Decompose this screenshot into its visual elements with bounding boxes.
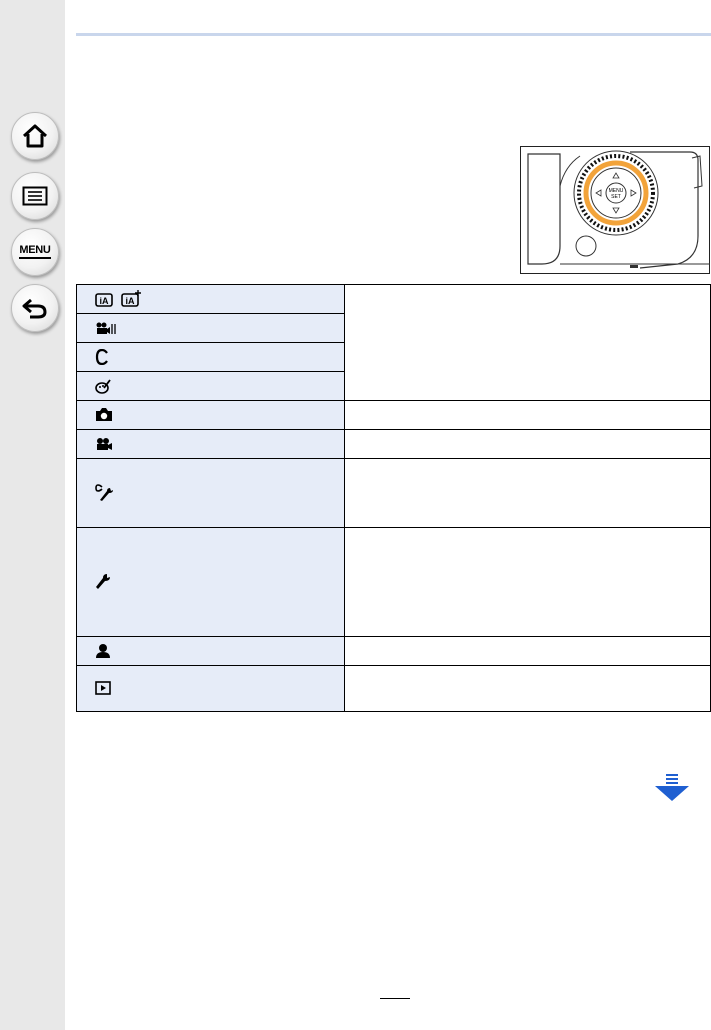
sidebar: MENU [0,0,65,1030]
icon-cell [76,458,345,528]
description-cell [344,284,711,401]
description-cell [344,636,711,666]
description-cell [344,665,711,712]
description-cell [344,458,711,528]
home-button[interactable] [11,112,59,160]
setup-wrench-icon [96,573,110,589]
list-icon [22,186,48,206]
camera-control-dial-illustration: MENU SET [520,146,710,274]
back-button[interactable] [11,284,59,332]
table-row [76,527,711,637]
description-cell [344,429,711,459]
table-row [76,636,711,666]
icon-cell [76,313,345,343]
icon-cell [76,371,345,401]
table-row [76,458,711,528]
playback-icon [95,681,111,696]
table-row [76,400,711,430]
description-cell [344,527,711,637]
menu-button[interactable]: MENU [11,228,59,276]
rec-camera-icon [96,408,112,422]
custom-mode-icon [95,348,108,365]
next-page-arrow-icon [655,774,689,801]
top-divider [76,33,711,36]
intelligent-auto-plus-mode-icon: iA [121,290,142,308]
icon-cell [76,400,345,430]
intelligent-auto-mode-icon: iA [95,292,113,307]
contents-button[interactable] [11,172,59,220]
icon-cell [76,429,345,459]
svg-text:SET: SET [611,194,621,200]
svg-text:iA: iA [126,296,136,306]
table-row: iA iA [76,284,711,401]
svg-text:iA: iA [100,296,110,306]
icon-cell [76,342,345,372]
creative-video-mode-icon [96,322,116,334]
custom-wrench-icon [95,484,113,501]
table-row [76,665,711,712]
motion-picture-icon [97,437,112,450]
icon-cell [76,636,345,666]
menu-label: MENU [19,245,51,259]
page-number-rule [380,998,410,999]
back-arrow-icon [22,298,47,319]
my-menu-person-icon [96,643,110,658]
home-icon [22,124,48,148]
menu-table: iA iA [76,284,711,712]
table-row [76,429,711,459]
description-cell [344,400,711,430]
next-page-indicator[interactable] [654,774,690,802]
icon-cell [76,665,345,712]
icon-cell: iA iA [76,284,345,314]
icon-cell [76,527,345,637]
creative-control-mode-icon [95,379,111,394]
